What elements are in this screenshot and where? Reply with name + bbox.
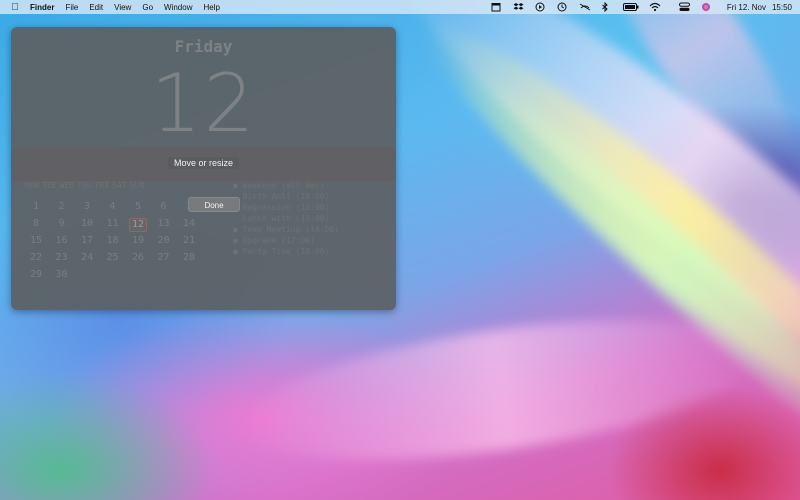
calendar-day: 18 <box>106 235 119 246</box>
weekday-header: MON TUE WED THU FRI SAT SUN <box>25 181 147 190</box>
weekday-label: TUE <box>42 181 57 190</box>
calendar-day: 29 <box>29 269 43 280</box>
menu-window[interactable]: Window <box>164 3 192 12</box>
event-text: Weekend (all day) <box>242 181 325 190</box>
calendar-day: 14 <box>182 218 196 229</box>
move-resize-label: Move or resize <box>11 157 396 169</box>
bluetooth-icon[interactable] <box>601 1 613 13</box>
calendar-day: 23 <box>55 252 68 263</box>
dropbox-icon[interactable] <box>513 2 525 12</box>
menu-help[interactable]: Help <box>203 3 219 12</box>
calendar-day: 2 <box>58 201 65 212</box>
event-item: ● Upgrade (17:00) <box>233 236 315 245</box>
time-machine-icon[interactable] <box>557 2 569 12</box>
widget-day-name: Friday <box>174 37 233 56</box>
calendar-day: 30 <box>55 269 68 280</box>
mute-icon[interactable] <box>579 2 591 12</box>
calendar-day: 22 <box>29 252 43 263</box>
weekday-label: THU <box>77 181 92 190</box>
calendar-day: 4 <box>109 201 116 212</box>
wallpaper-streak <box>364 0 800 442</box>
clock-date: Fri 12. Nov <box>726 2 766 12</box>
move-resize-text: Move or resize <box>167 157 240 169</box>
calendar-day: 3 <box>83 201 91 212</box>
wallpaper-streak <box>234 294 766 486</box>
event-item: Lunch with (13:00) <box>233 213 339 224</box>
calendar-day: 9 <box>58 218 65 229</box>
event-text: Regression (12:00) <box>242 203 330 212</box>
event-text: Birth Anll (10:00) <box>242 192 330 201</box>
battery-icon[interactable] <box>622 2 639 12</box>
calendar-day: 24 <box>80 252 94 263</box>
wallpaper-streak <box>397 0 800 479</box>
event-text: Upgrade (17:00) <box>242 236 315 245</box>
calendar-day: 10 <box>80 218 94 229</box>
calendar-day: 16 <box>55 235 68 246</box>
menu-bar:  Finder File Edit View Go Window Help <box>0 0 800 14</box>
menu-go[interactable]: Go <box>142 3 153 12</box>
calendar-day: 26 <box>131 252 145 263</box>
calendar-day: 11 <box>106 218 119 229</box>
control-center-icon[interactable] <box>678 2 691 12</box>
calendar-day: 5 <box>134 201 142 212</box>
calendar-day: 27 <box>157 252 170 263</box>
calendar-day: 15 <box>29 235 43 246</box>
wallpaper-streak <box>436 46 800 494</box>
event-item: ● Regression (12:00) <box>233 202 339 213</box>
calendar-icon[interactable] <box>491 2 503 12</box>
event-text: Team Meeting (14:00) <box>242 225 339 234</box>
calendar-day: 8 <box>32 218 40 229</box>
weekday-label: SUN <box>129 181 145 190</box>
calendar-day: 28 <box>182 252 196 263</box>
menu-view[interactable]: View <box>114 3 131 12</box>
menu-edit[interactable]: Edit <box>89 3 103 12</box>
event-item: Birth Anll (10:00) <box>233 191 339 202</box>
calendar-day: 1 <box>32 201 40 212</box>
clock-time: 15:50 <box>771 2 792 12</box>
menu-file[interactable]: File <box>65 3 78 12</box>
weekday-label: WED <box>59 181 75 190</box>
event-text: Lunch with (13:00) <box>242 214 330 223</box>
weekday-label: SAT <box>112 181 127 190</box>
done-button[interactable]: Done <box>188 197 240 212</box>
play-icon[interactable] <box>535 2 547 12</box>
calendar-day: 12 <box>129 218 147 232</box>
siri-icon[interactable] <box>701 2 711 12</box>
status-area: Fri 12. Nov 15:50 <box>481 0 792 14</box>
menu-clock[interactable]: Fri 12. Nov 15:50 <box>721 3 792 12</box>
weekday-label: MON <box>25 181 40 190</box>
widget-day-number: 12 <box>150 57 257 150</box>
event-item: ● Team Meeting (14:00) <box>233 225 339 234</box>
weekday-label: FRI <box>94 181 110 190</box>
apple-menu-icon[interactable]:  <box>8 2 22 13</box>
event-list: ● Weekend (all day) Birth Anll (10:00) ●… <box>233 180 339 257</box>
calendar-day: 20 <box>157 235 170 246</box>
calendar-day: 25 <box>106 252 119 263</box>
calendar-day: 13 <box>157 218 170 229</box>
wifi-icon[interactable] <box>649 2 661 12</box>
wallpaper-streak <box>577 0 800 194</box>
calendar-day: 19 <box>131 235 145 246</box>
event-item: ● Weekend (all day) <box>233 181 325 190</box>
calendar-day: 17 <box>80 235 94 246</box>
calendar-day: 6 <box>160 201 167 212</box>
event-item: ● Party Time (18:00) <box>233 247 330 256</box>
calendar-widget[interactable]: Friday 12 Move or resize MON TUE WED THU… <box>11 27 396 310</box>
calendar-day: 21 <box>182 235 196 246</box>
event-text: Party Time (18:00) <box>242 247 330 256</box>
menu-app-name[interactable]: Finder <box>30 3 54 12</box>
